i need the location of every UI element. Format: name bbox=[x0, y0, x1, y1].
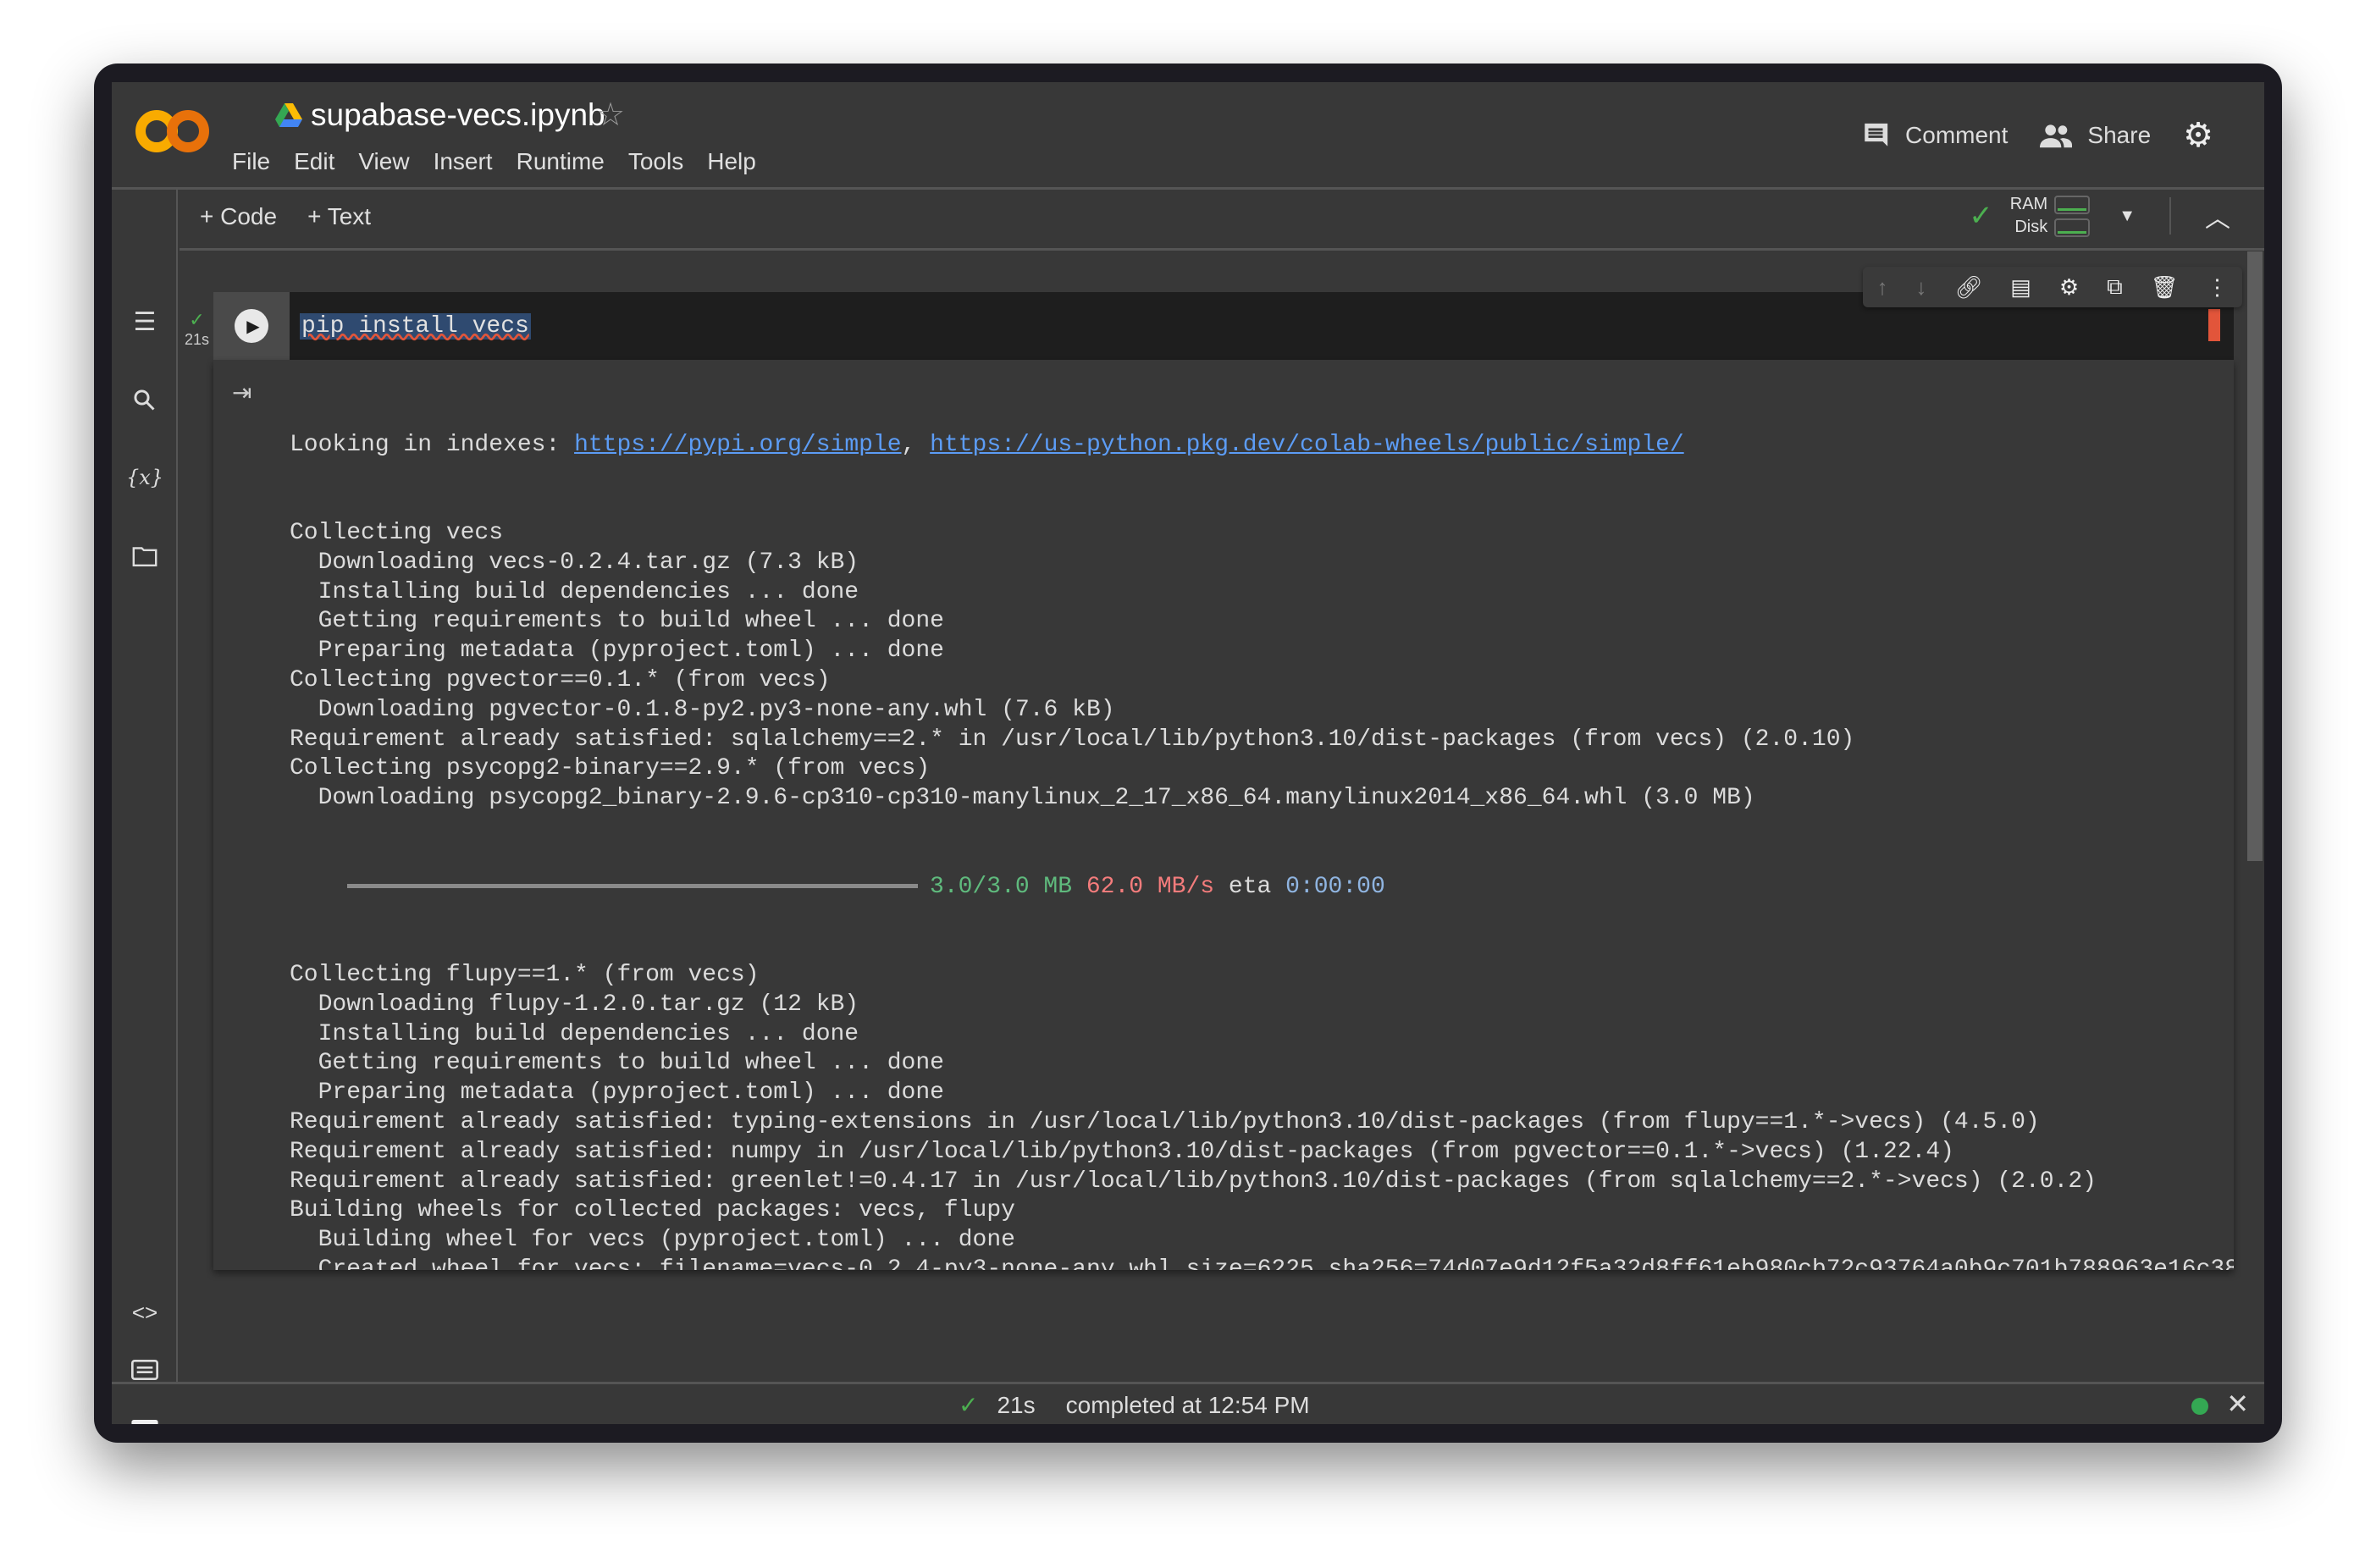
output-line: Created wheel for vecs: filename=vecs-0.… bbox=[290, 1256, 2234, 1270]
menu-tools[interactable]: Tools bbox=[628, 148, 683, 175]
cell-toolbar: ↑ ↓ 🔗︎ ▤ ⚙ ⧉ 🗑︎ ⋮ bbox=[1863, 267, 2242, 307]
drive-icon bbox=[275, 103, 302, 127]
people-icon bbox=[2040, 124, 2073, 148]
menu-runtime[interactable]: Runtime bbox=[517, 148, 605, 175]
cell-output: ⇥ Looking in indexes: https://pypi.org/s… bbox=[213, 360, 2234, 1270]
pypi-link[interactable]: https://pypi.org/simple bbox=[574, 432, 901, 458]
output-line: Requirement already satisfied: numpy in … bbox=[290, 1138, 1954, 1165]
close-status-icon[interactable]: ✕ bbox=[2226, 1388, 2249, 1420]
variables-icon[interactable]: {x} bbox=[124, 461, 166, 494]
ram-meter bbox=[2054, 195, 2091, 214]
move-up-icon[interactable]: ↑ bbox=[1876, 274, 1887, 301]
play-icon: ▶ bbox=[246, 317, 260, 336]
output-line: Looking in indexes: https://pypi.org/sim… bbox=[290, 431, 1684, 458]
delete-icon[interactable]: 🗑︎ bbox=[2151, 274, 2179, 301]
comment-button[interactable]: Comment bbox=[1861, 121, 2008, 150]
status-time: 21s bbox=[997, 1391, 1036, 1418]
colab-logo[interactable] bbox=[135, 106, 210, 161]
comment-icon[interactable]: ▤ bbox=[2010, 274, 2031, 301]
output-line: Requirement already satisfied: typing-ex… bbox=[290, 1108, 2040, 1135]
menu-help[interactable]: Help bbox=[707, 148, 756, 175]
disk-label: Disk bbox=[2014, 218, 2048, 236]
share-button[interactable]: Share bbox=[2040, 122, 2151, 149]
output-line: Requirement already satisfied: greenlet!… bbox=[290, 1168, 2097, 1195]
code-cell: ▶ pip install vecs ⇥ Looking in indexes:… bbox=[213, 292, 2234, 1270]
output-line: Downloading psycopg2_binary-2.9.6-cp310-… bbox=[290, 785, 1755, 812]
dropdown-caret-icon[interactable]: ▼ bbox=[2119, 207, 2136, 226]
status-bar: ✓ 21s completed at 12:54 PM ✕ bbox=[112, 1382, 2264, 1424]
settings-gear-icon[interactable]: ⚙ bbox=[2183, 116, 2213, 155]
share-label: Share bbox=[2087, 122, 2152, 148]
cell-exec-status: ✓ 21s bbox=[185, 309, 209, 349]
code-snippets-icon[interactable]: <> bbox=[124, 1295, 166, 1329]
resources-indicator[interactable]: ✓ RAM Disk ▼ ︿ bbox=[1969, 195, 2230, 237]
notebook-toolbar: + Code + Text ✓ RAM Disk ▼ ︿ bbox=[180, 190, 2264, 251]
connection-dot bbox=[2191, 1398, 2208, 1415]
output-line: Collecting pgvector==0.1.* (from vecs) bbox=[290, 666, 831, 693]
exec-time: 21s bbox=[185, 331, 210, 348]
menu-insert[interactable]: Insert bbox=[434, 148, 493, 175]
output-line: Preparing metadata (pyproject.toml) ... … bbox=[290, 1079, 944, 1107]
output-line: Preparing metadata (pyproject.toml) ... … bbox=[290, 638, 944, 665]
output-line: Downloading flupy-1.2.0.tar.gz (12 kB) bbox=[290, 991, 859, 1018]
status-completed: completed at 12:54 PM bbox=[1065, 1391, 1310, 1418]
scrollbar[interactable] bbox=[2247, 251, 2263, 861]
output-line: Downloading vecs-0.2.4.tar.gz (7.3 kB) bbox=[290, 549, 859, 576]
run-cell-button[interactable]: ▶ bbox=[235, 309, 268, 343]
menu-bar: File Edit View Insert Runtime Tools Help bbox=[232, 148, 756, 175]
header: supabase-vecs.ipynb ☆ File Edit View Ins… bbox=[112, 82, 2264, 190]
comment-icon bbox=[1865, 123, 1888, 146]
add-code-button[interactable]: + Code bbox=[200, 203, 277, 230]
colab-app: supabase-vecs.ipynb ☆ File Edit View Ins… bbox=[112, 82, 2264, 1424]
header-actions: Comment Share ⚙ bbox=[1861, 116, 2213, 155]
menu-view[interactable]: View bbox=[358, 148, 409, 175]
status-check-icon: ✓ bbox=[959, 1392, 979, 1418]
mirror-cell-icon[interactable]: ⧉ bbox=[2107, 273, 2123, 301]
output-line: Getting requirements to build wheel ... … bbox=[290, 608, 944, 635]
add-text-button[interactable]: + Text bbox=[307, 203, 371, 230]
search-icon[interactable] bbox=[124, 384, 166, 417]
disk-meter bbox=[2054, 218, 2091, 237]
output-line: Installing build dependencies ... done bbox=[290, 1020, 859, 1047]
output-actions-icon[interactable]: ⇥ bbox=[232, 378, 251, 406]
colab-wheels-link[interactable]: https://us-python.pkg.dev/colab-wheels/p… bbox=[930, 432, 1684, 458]
output-line: Requirement already satisfied: sqlalchem… bbox=[290, 726, 1855, 753]
collapse-chevron-up-icon[interactable]: ︿ bbox=[2205, 197, 2230, 235]
link-icon[interactable]: 🔗︎ bbox=[1954, 274, 1982, 301]
table-of-contents-icon[interactable]: ☰ bbox=[124, 305, 166, 339]
progress-bar bbox=[347, 883, 918, 888]
output-line: Building wheels for collected packages: … bbox=[290, 1197, 1015, 1224]
output-line: Installing build dependencies ... done bbox=[290, 578, 859, 605]
ram-label: RAM bbox=[2009, 195, 2048, 213]
output-line: Building wheel for vecs (pyproject.toml)… bbox=[290, 1227, 1015, 1254]
star-icon[interactable]: ☆ bbox=[596, 96, 625, 134]
notebook-filename[interactable]: supabase-vecs.ipynb bbox=[311, 97, 605, 133]
output-line: Downloading pgvector-0.1.8-py2.py3-none-… bbox=[290, 696, 1115, 723]
divider bbox=[2169, 197, 2171, 235]
notebook-title[interactable]: supabase-vecs.ipynb bbox=[275, 97, 605, 133]
cell-settings-icon[interactable]: ⚙ bbox=[2059, 274, 2079, 301]
menu-file[interactable]: File bbox=[232, 148, 270, 175]
output-line: Getting requirements to build wheel ... … bbox=[290, 1050, 944, 1077]
output-line: Collecting flupy==1.* (from vecs) bbox=[290, 961, 760, 988]
folder-icon[interactable] bbox=[124, 539, 166, 573]
output-line: Collecting vecs bbox=[290, 519, 504, 546]
comment-label: Comment bbox=[1905, 122, 2009, 148]
left-sidebar: ☰ {x} <> bbox=[112, 190, 178, 1424]
connected-check-icon: ✓ bbox=[1969, 200, 1993, 232]
download-progress-line: 3.0/3.0 MB 62.0 MB/s eta 0:00:00 bbox=[290, 873, 2234, 903]
success-check-icon: ✓ bbox=[189, 309, 205, 330]
output-line: Collecting psycopg2-binary==2.9.* (from … bbox=[290, 755, 931, 782]
move-down-icon[interactable]: ↓ bbox=[1915, 274, 1926, 301]
more-options-icon[interactable]: ⋮ bbox=[2207, 274, 2229, 301]
code-editor[interactable]: pip install vecs bbox=[300, 312, 531, 340]
error-marker bbox=[2208, 309, 2220, 341]
menu-edit[interactable]: Edit bbox=[294, 148, 334, 175]
